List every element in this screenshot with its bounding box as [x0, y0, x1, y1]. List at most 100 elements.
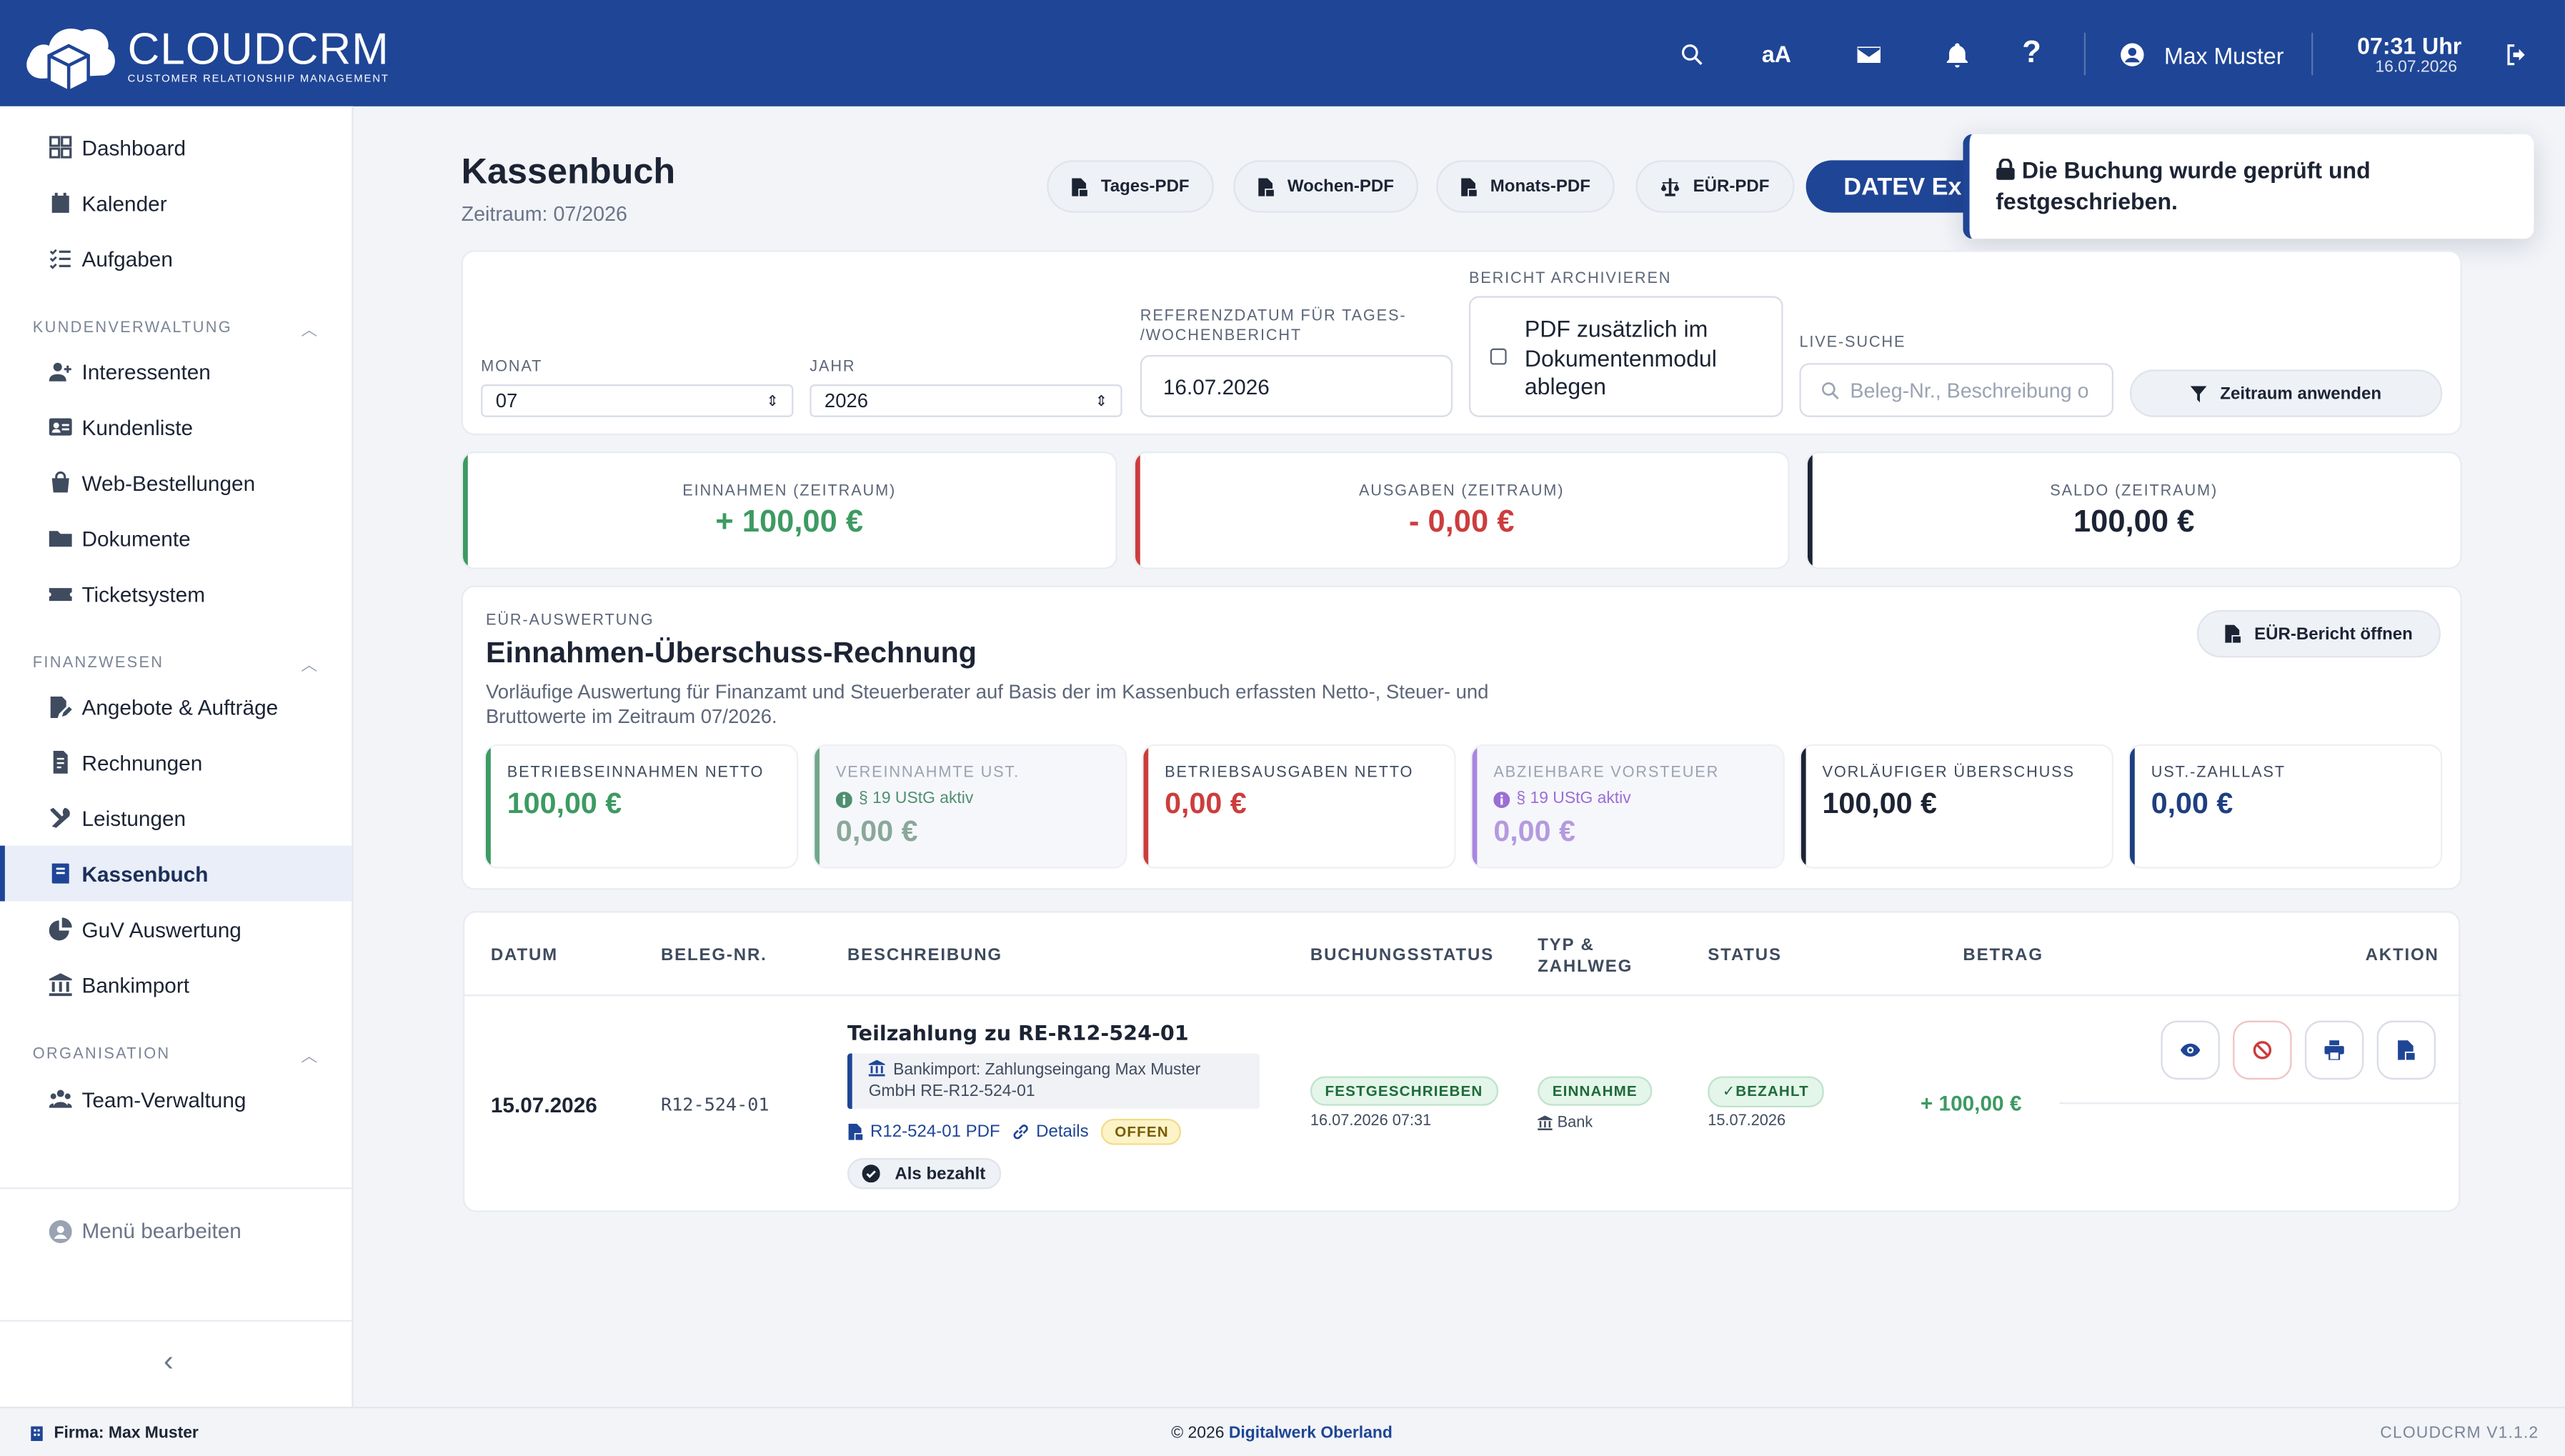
- tages-pdf-button[interactable]: Tages-PDF: [1047, 160, 1214, 213]
- section-finanzwesen[interactable]: FINANZWESEN ︿: [33, 651, 319, 676]
- eur-pdf-button[interactable]: EÜR-PDF: [1635, 160, 1794, 213]
- sidebar-item-kundenliste[interactable]: Kundenliste: [0, 399, 352, 455]
- status-date: 15.07.2026: [1708, 1112, 1786, 1131]
- sidebar-item-label: Kalender: [81, 190, 167, 216]
- eur-report-open-button[interactable]: EÜR-Bericht öffnen: [2196, 609, 2441, 658]
- kpi-abziehbare-vorsteuer: ABZIEHBARE VORSTEUER § 19 UStG aktiv 0,0…: [1470, 744, 1785, 869]
- sidebar-item-ticketsystem[interactable]: Ticketsystem: [0, 566, 352, 622]
- kpi-ueberschuss: VORLÄUFIGER ÜBERSCHUSS 100,00 €: [1799, 744, 2114, 869]
- eur-description: Vorläufige Auswertung für Finanzamt und …: [485, 680, 1489, 727]
- chevron-up-icon: ︿: [301, 657, 319, 676]
- sidebar: Dashboard Kalender Aufgaben KUNDENVERWAL…: [0, 106, 354, 1407]
- section-kundenverwaltung[interactable]: KUNDENVERWALTUNG ︿: [33, 316, 319, 340]
- mail-icon[interactable]: [1850, 36, 1886, 71]
- table-header-betrag[interactable]: BETRAG: [1963, 945, 2043, 967]
- datev-export-button[interactable]: DATEV Exp: [1806, 160, 1986, 213]
- sidebar-item-kassenbuch[interactable]: Kassenbuch: [0, 845, 352, 902]
- table-header-beleg[interactable]: BELEG-NR.: [661, 945, 767, 967]
- footer-company-link[interactable]: Digitalwerk Oberland: [1229, 1425, 1393, 1442]
- kpi-ust-zahllast: UST.-ZAHLLAST 0,00 €: [2128, 744, 2443, 869]
- sidebar-item-rechnungen[interactable]: Rechnungen: [0, 734, 352, 790]
- live-search-input[interactable]: Beleg-Nr., Beschreibung o: [1799, 363, 2114, 417]
- shopping-bag-icon: [51, 471, 69, 493]
- select-arrows-icon: ⇕: [766, 392, 779, 409]
- sidebar-item-angebote[interactable]: Angebote & Aufträge: [0, 679, 352, 734]
- print-button[interactable]: [2304, 1020, 2364, 1080]
- kpi-betriebsausgaben: BETRIEBSAUSGABEN NETTO 0,00 €: [1142, 744, 1456, 869]
- sidebar-collapse-button[interactable]: ‹: [164, 1345, 174, 1379]
- clock-date: 16.07.2026: [2375, 59, 2457, 77]
- print-icon: [2324, 1040, 2344, 1060]
- sidebar-item-dashboard[interactable]: Dashboard: [0, 119, 352, 175]
- file-pdf-icon: [2225, 624, 2241, 643]
- sidebar-item-label: Kassenbuch: [81, 861, 209, 886]
- logo-subtitle: CUSTOMER RELATIONSHIP MANAGEMENT: [127, 72, 389, 84]
- user-avatar-icon[interactable]: [2113, 36, 2149, 71]
- logo-title: CLOUDCRM: [127, 24, 389, 73]
- table-header-buchungsstatus[interactable]: BUCHUNGSSTATUS: [1310, 945, 1494, 967]
- file-pdf-icon: [1072, 177, 1087, 196]
- logout-icon[interactable]: [2498, 36, 2534, 71]
- ticket-icon: [49, 588, 72, 602]
- sidebar-item-dokumente[interactable]: Dokumente: [0, 510, 352, 566]
- table-header-status[interactable]: STATUS: [1708, 945, 1782, 967]
- user-name[interactable]: Max Muster: [2164, 43, 2283, 69]
- sidebar-item-label: Angebote & Aufträge: [81, 694, 279, 719]
- cancel-booking-button[interactable]: [2233, 1020, 2292, 1080]
- summary-label: AUSGABEN (ZEITRAUM): [1358, 482, 1565, 501]
- bank-import-note: Bankimport: Zahlungseingang Max Muster G…: [847, 1053, 1260, 1110]
- menu-edit-button[interactable]: Menü bearbeiten: [49, 1219, 241, 1243]
- footer-version: CLOUDCRM V1.1.2: [2380, 1425, 2539, 1443]
- sidebar-item-guv[interactable]: GuV Auswertung: [0, 902, 352, 957]
- income-summary-card: EINNAHMEN (ZEITRAUM) + 100,00 €: [461, 451, 1117, 569]
- mark-paid-button[interactable]: Als bezahlt: [847, 1157, 1002, 1190]
- file-pdf-icon: [1258, 177, 1274, 196]
- file-pdf-icon: [2398, 1040, 2415, 1060]
- sidebar-item-interessenten[interactable]: Interessenten: [0, 344, 352, 399]
- logo[interactable]: CLOUDCRM CUSTOMER RELATIONSHIP MANAGEMEN…: [23, 19, 389, 94]
- font-size-icon[interactable]: aA: [1757, 36, 1796, 71]
- sidebar-item-aufgaben[interactable]: Aufgaben: [0, 231, 352, 286]
- archive-checkbox[interactable]: [1490, 348, 1507, 365]
- user-plus-icon: [49, 362, 71, 382]
- top-bar: CLOUDCRM CUSTOMER RELATIONSHIP MANAGEMEN…: [0, 0, 2565, 106]
- archive-checkbox-label: PDF zusätzlich im Dokumentenmodul ablege…: [1524, 315, 1717, 399]
- sidebar-item-label: Aufgaben: [81, 246, 173, 271]
- pdf-download-button[interactable]: [2376, 1020, 2436, 1080]
- users-icon: [49, 1089, 72, 1108]
- chevron-up-icon: ︿: [301, 322, 319, 341]
- sidebar-item-bankimport[interactable]: Bankimport: [0, 957, 352, 1012]
- month-select[interactable]: 07 ⇕: [481, 384, 794, 417]
- sidebar-item-leistungen[interactable]: Leistungen: [0, 790, 352, 846]
- search-icon[interactable]: [1673, 36, 1709, 71]
- help-icon[interactable]: ?: [2013, 36, 2049, 71]
- sidebar-item-label: Team-Verwaltung: [81, 1087, 246, 1112]
- sidebar-item-kalender[interactable]: Kalender: [0, 175, 352, 231]
- sidebar-item-team[interactable]: Team-Verwaltung: [0, 1072, 352, 1127]
- month-label: MONAT: [481, 358, 543, 377]
- file-pdf-icon: [1461, 177, 1477, 196]
- pdf-link[interactable]: R12-524-01 PDF: [870, 1122, 1000, 1142]
- apply-period-button[interactable]: Zeitraum anwenden: [2129, 369, 2443, 417]
- refdate-input[interactable]: 16.07.2026: [1140, 354, 1453, 417]
- monats-pdf-button[interactable]: Monats-PDF: [1436, 160, 1615, 213]
- footer-firm: Firma: Max Muster: [29, 1425, 199, 1442]
- table-header-beschreibung[interactable]: BESCHREIBUNG: [847, 945, 1002, 967]
- table-header-datum[interactable]: DATUM: [491, 945, 558, 967]
- details-link[interactable]: Details: [1036, 1122, 1089, 1142]
- section-organisation[interactable]: ORGANISATION ︿: [33, 1042, 319, 1067]
- wochen-pdf-button[interactable]: Wochen-PDF: [1233, 160, 1419, 213]
- sidebar-item-web-bestellungen[interactable]: Web-Bestellungen: [0, 454, 352, 510]
- kpi-vereinnahmte-ust: VEREINNAHMTE UST. § 19 UStG aktiv 0,00 €: [812, 744, 1127, 869]
- calendar-icon: [51, 192, 69, 213]
- kpi-value: 100,00 €: [1822, 787, 1937, 820]
- table-header-typ[interactable]: TYP & ZAHLWEG: [1538, 936, 1635, 979]
- year-select[interactable]: 2026 ⇕: [810, 384, 1122, 417]
- view-button[interactable]: [2161, 1020, 2220, 1080]
- sidebar-item-label: Kundenliste: [81, 414, 194, 439]
- type-badge: EINNAHME: [1538, 1076, 1653, 1106]
- archive-checkbox-field[interactable]: PDF zusätzlich im Dokumentenmodul ablege…: [1468, 296, 1783, 417]
- bell-icon[interactable]: [1938, 36, 1974, 71]
- bank-icon: [1538, 1115, 1553, 1131]
- pie-chart-icon: [49, 917, 72, 941]
